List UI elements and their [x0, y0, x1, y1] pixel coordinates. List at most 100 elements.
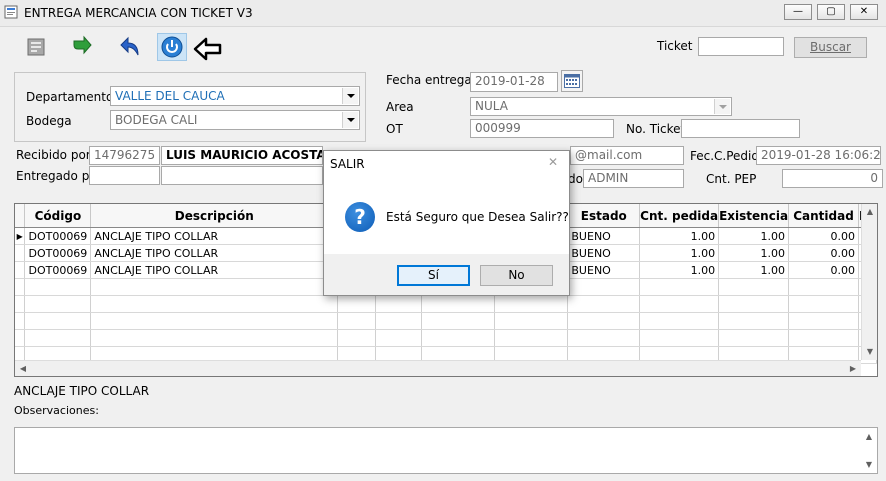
bodega-label: Bodega	[26, 114, 72, 128]
exit-confirm-dialog: SALIR ✕ ? Está Seguro que Desea Salir?? …	[323, 150, 570, 296]
col-header-cnt-pedida[interactable]: Cnt. pedida	[639, 204, 720, 228]
app-icon	[4, 5, 18, 19]
scroll-up-icon[interactable]: ▲	[861, 429, 877, 445]
minimize-button[interactable]: —	[784, 4, 812, 20]
usuario-input[interactable]: ADMIN	[583, 169, 684, 188]
grid-horizontal-scrollbar[interactable]: ◀ ▶	[15, 360, 861, 376]
col-header-codigo[interactable]: Código	[24, 204, 92, 228]
ot-input[interactable]: 000999	[470, 119, 614, 138]
dialog-close-icon[interactable]: ✕	[548, 155, 558, 169]
fec-pedido-input[interactable]: 2019-01-28 16:06:25	[756, 146, 881, 165]
fecha-label: Fecha entrega:	[386, 73, 476, 87]
cnt-pep-input[interactable]: 0	[782, 169, 883, 188]
question-icon: ?	[345, 202, 375, 232]
no-ticket-label: No. Ticket	[626, 122, 686, 136]
departamento-value: VALLE DEL CAUCA	[115, 89, 225, 103]
table-row-empty[interactable]	[15, 312, 877, 330]
cell-descripcion[interactable]: ANCLAJE TIPO COLLAR	[90, 227, 339, 245]
departamento-select[interactable]: VALLE DEL CAUCA	[110, 86, 360, 106]
no-button[interactable]: No	[480, 265, 553, 286]
entregado-id-input[interactable]	[89, 166, 160, 185]
cell-cnt-pedida[interactable]: 1.00	[639, 244, 720, 262]
cell-existencia[interactable]: 1.00	[718, 244, 790, 262]
cell-existencia[interactable]: 1.00	[718, 227, 790, 245]
cell-estado[interactable]: BUENO	[567, 227, 641, 245]
col-header-estado[interactable]: Estado	[567, 204, 641, 228]
search-button[interactable]: Buscar	[794, 37, 867, 58]
col-header-cantidad[interactable]: Cantidad	[788, 204, 859, 228]
email-input[interactable]: @mail.com	[570, 146, 684, 165]
cell-cantidad[interactable]: 0.00	[788, 227, 859, 245]
cell-estado[interactable]: BUENO	[567, 261, 641, 279]
window-title: ENTREGA MERCANCIA CON TICKET V3	[24, 6, 253, 20]
scroll-right-icon[interactable]: ▶	[845, 361, 861, 376]
table-row-empty[interactable]	[15, 295, 877, 313]
cell-cantidad[interactable]: 0.00	[788, 244, 859, 262]
power-exit-button[interactable]	[157, 33, 187, 61]
col-header-existencia[interactable]: Existencia	[718, 204, 790, 228]
area-label: Area	[386, 100, 414, 114]
recibido-label: Recibido por	[16, 148, 91, 162]
undo-button[interactable]	[115, 33, 145, 61]
close-button[interactable]: ✕	[850, 4, 878, 20]
current-row-indicator-icon: ▶	[15, 227, 26, 245]
selected-item-description: ANCLAJE TIPO COLLAR	[14, 384, 150, 398]
observaciones-textarea[interactable]: ▲ ▼	[14, 427, 878, 474]
cell-existencia[interactable]: 1.00	[718, 261, 790, 279]
recibido-id-input[interactable]: 14796275	[89, 146, 160, 165]
grid-vertical-scrollbar[interactable]: ▲ ▼	[861, 204, 877, 360]
chevron-down-icon	[342, 112, 358, 128]
row-selector	[15, 261, 26, 279]
recibido-name-input[interactable]: LUIS MAURICIO ACOSTA YEPES	[161, 146, 323, 165]
cell-descripcion[interactable]: ANCLAJE TIPO COLLAR	[90, 261, 339, 279]
chevron-down-icon	[714, 99, 730, 114]
cell-codigo[interactable]: DOT00069	[24, 261, 92, 279]
table-row-empty[interactable]	[15, 329, 877, 347]
bodega-select[interactable]: BODEGA CALI	[110, 110, 360, 130]
dialog-message: Está Seguro que Desea Salir??	[386, 210, 569, 224]
col-header-descripcion[interactable]: Descripción	[90, 204, 339, 228]
no-ticket-input[interactable]	[681, 119, 800, 138]
cell-cantidad[interactable]: 0.00	[788, 261, 859, 279]
bodega-value: BODEGA CALI	[115, 113, 198, 127]
dialog-button-bar: Sí No	[324, 254, 569, 295]
green-arrow-icon	[73, 35, 92, 55]
entregado-name-input[interactable]	[161, 166, 323, 185]
cell-codigo[interactable]: DOT00069	[24, 227, 92, 245]
location-group	[14, 72, 366, 142]
title-bar: ENTREGA MERCANCIA CON TICKET V3 — ▢ ✕	[0, 0, 886, 27]
scroll-down-icon[interactable]: ▼	[861, 457, 877, 473]
export-button[interactable]	[67, 33, 97, 61]
row-selector	[15, 244, 26, 262]
fecha-input[interactable]: 2019-01-28	[470, 72, 558, 92]
cell-cnt-pedida[interactable]: 1.00	[639, 261, 720, 279]
cell-cnt-pedida[interactable]: 1.00	[639, 227, 720, 245]
yes-button[interactable]: Sí	[397, 265, 470, 286]
observaciones-label: Observaciones:	[14, 404, 99, 417]
fec-pedido-label: Fec.C.Pedido	[690, 149, 767, 163]
scroll-down-icon[interactable]: ▼	[862, 344, 877, 360]
pointer-arrow-icon	[193, 37, 222, 61]
calendar-button[interactable]	[561, 70, 583, 92]
calendar-icon	[564, 74, 580, 88]
print-button[interactable]	[21, 33, 51, 61]
ticket-input[interactable]	[698, 37, 784, 56]
area-value: NULA	[475, 99, 508, 113]
power-icon	[161, 36, 183, 58]
cell-codigo[interactable]: DOT00069	[24, 244, 92, 262]
ot-label: OT	[386, 122, 403, 136]
departamento-label: Departamento:	[26, 90, 118, 104]
chevron-down-icon	[342, 88, 358, 104]
usuario-label: do	[568, 172, 583, 186]
cnt-pep-label: Cnt. PEP	[706, 172, 757, 186]
cell-descripcion[interactable]: ANCLAJE TIPO COLLAR	[90, 244, 339, 262]
area-select[interactable]: NULA	[470, 97, 732, 116]
maximize-button[interactable]: ▢	[817, 4, 845, 20]
document-icon	[27, 38, 45, 56]
row-selector-header	[15, 204, 26, 228]
scroll-up-icon[interactable]: ▲	[862, 204, 877, 220]
dialog-title: SALIR	[330, 157, 365, 171]
scroll-left-icon[interactable]: ◀	[15, 361, 31, 376]
undo-arrow-icon	[120, 36, 139, 56]
cell-estado[interactable]: BUENO	[567, 244, 641, 262]
